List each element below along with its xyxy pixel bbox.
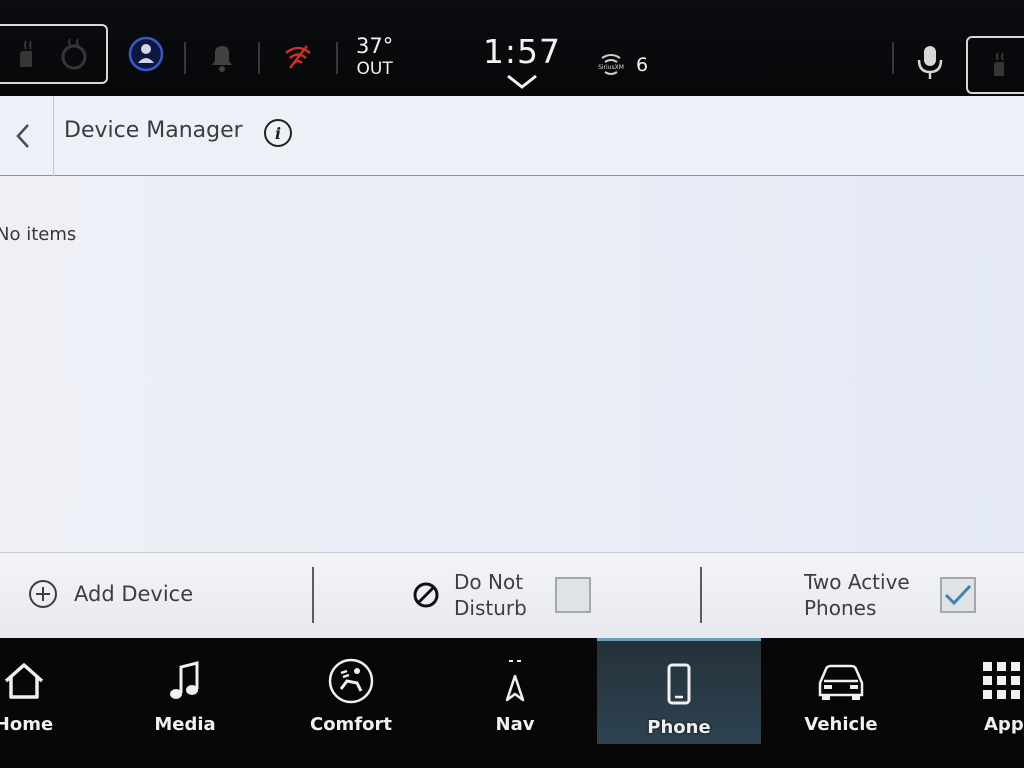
two-active-phones-label-line1: Two Active [804, 570, 910, 594]
chevron-down-icon[interactable] [506, 74, 538, 90]
siriusxm-logo-text: SiriusXM [598, 64, 624, 71]
nav-comfort[interactable]: Comfort [269, 638, 433, 744]
apps-grid-icon [983, 662, 1020, 699]
device-manager-panel: Device Manager i No items [0, 96, 1024, 552]
nav-navigation[interactable]: Nav [433, 638, 597, 744]
outside-temperature: 37° OUT [356, 36, 393, 78]
heated-wheel-icon [61, 38, 86, 70]
empty-list-message: No items [0, 224, 77, 245]
phone-icon [667, 663, 691, 705]
clock[interactable]: 1:57 [474, 32, 570, 71]
heated-seat-icon [994, 52, 1004, 76]
nav-home[interactable]: Home [0, 638, 106, 744]
back-button[interactable] [0, 96, 54, 176]
do-not-disturb-label-line1: Do Not [454, 570, 524, 594]
wifi-status[interactable] [284, 44, 312, 70]
add-circle-icon [29, 580, 57, 608]
do-not-disturb-icon [413, 582, 439, 608]
home-icon [4, 663, 44, 699]
driver-profile[interactable] [128, 36, 164, 72]
heated-seat-button-right[interactable] [966, 36, 1024, 94]
navigation-arrow-icon [505, 660, 525, 702]
add-device-label: Add Device [74, 582, 194, 606]
do-not-disturb-checkbox[interactable] [554, 577, 591, 613]
add-device-button[interactable]: Add Device [28, 579, 193, 609]
microphone-icon [917, 46, 943, 79]
action-bar: Add Device Do Not Disturb Two Active Pho… [0, 552, 1024, 638]
status-bar: 37° OUT 1:57 SiriusXM 6 [0, 0, 1024, 100]
header-row: Device Manager i [0, 96, 1024, 176]
music-note-icon [170, 661, 199, 699]
page-title: Device Manager [64, 118, 243, 143]
info-icon[interactable]: i [264, 119, 292, 147]
two-active-phones-toggle[interactable]: Two Active Phones [804, 569, 976, 621]
chevron-left-icon [15, 124, 29, 148]
heated-seat-icon [19, 40, 32, 67]
nav-phone[interactable]: Phone [597, 638, 761, 744]
temperature-value: 37° [356, 34, 394, 58]
temperature-label: OUT [356, 59, 393, 79]
do-not-disturb-label-line2: Disturb [454, 596, 527, 620]
voice-button[interactable] [916, 44, 944, 86]
siriusxm-icon: SiriusXM [598, 54, 624, 75]
nav-navigation-label: Nav [495, 714, 535, 735]
nav-home-label: Home [0, 714, 54, 735]
two-active-phones-label-line2: Phones [804, 596, 877, 620]
nav-vehicle-label: Vehicle [804, 714, 878, 735]
radio-channel: 6 [636, 54, 649, 76]
heated-seat-button-left[interactable] [0, 24, 108, 84]
radio-status[interactable]: SiriusXM 6 [594, 52, 648, 78]
climate-seat-icon [328, 658, 374, 704]
do-not-disturb-toggle[interactable]: Do Not Disturb [412, 569, 591, 621]
nav-media[interactable]: Media [103, 638, 267, 744]
nav-vehicle[interactable]: Vehicle [759, 638, 923, 744]
bottom-nav: Home Media Comfort Nav Phone Vehicle App [0, 638, 1024, 768]
wifi-off-icon [285, 45, 311, 69]
nav-apps-label: Apps [984, 714, 1024, 735]
notification-bell-icon [212, 46, 232, 72]
notifications[interactable] [206, 40, 238, 74]
nav-comfort-label: Comfort [309, 714, 392, 735]
two-active-phones-checkbox[interactable] [939, 577, 976, 613]
driver-profile-icon [128, 36, 164, 72]
nav-apps[interactable]: Apps [920, 638, 1024, 744]
nav-media-label: Media [154, 714, 216, 735]
nav-phone-label: Phone [647, 717, 711, 738]
car-icon [818, 664, 864, 700]
checkmark-icon [944, 584, 971, 606]
